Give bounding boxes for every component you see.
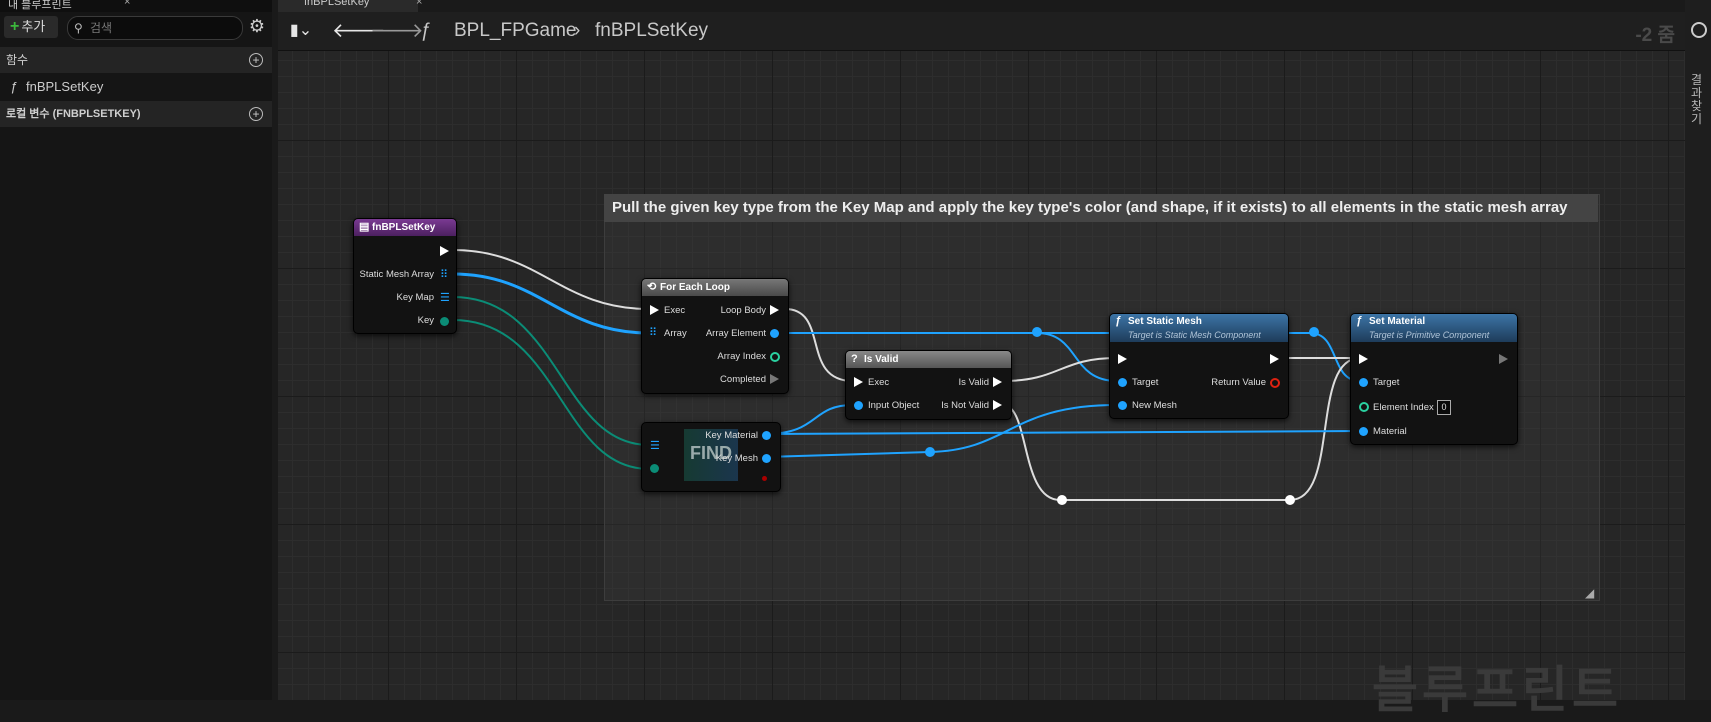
exec-in-pin[interactable] bbox=[650, 305, 659, 315]
reroute-node[interactable] bbox=[925, 447, 935, 457]
pin-exec: Exec bbox=[868, 377, 890, 388]
pin-key-mesh: Key Mesh bbox=[715, 453, 758, 464]
pin-new-mesh: New Mesh bbox=[1132, 400, 1177, 411]
int-pin[interactable] bbox=[1359, 402, 1369, 412]
exec-wire bbox=[452, 249, 650, 310]
object-pin[interactable] bbox=[1359, 427, 1368, 436]
for-each-loop-node[interactable]: ⟲ For Each Loop Exec ⠿ Array Loop Body Ar… bbox=[641, 278, 789, 394]
function-icon: ƒ bbox=[1356, 315, 1363, 327]
exec-out-pin[interactable] bbox=[440, 246, 449, 256]
object-pin[interactable] bbox=[1118, 378, 1127, 387]
is-valid-title: Is Valid bbox=[864, 354, 899, 365]
pin-is-valid: Is Valid bbox=[958, 377, 989, 388]
exec-out-pin[interactable] bbox=[1270, 354, 1279, 364]
pin-key: Key bbox=[417, 315, 434, 326]
bool-pin[interactable] bbox=[1270, 378, 1280, 388]
object-pin[interactable] bbox=[854, 401, 863, 410]
array-pin-icon[interactable]: ⠿ bbox=[649, 328, 659, 339]
blueprint-watermark: 블루프린트 bbox=[1372, 662, 1622, 718]
question-icon: ? bbox=[851, 353, 858, 365]
pin-is-not-valid: Is Not Valid bbox=[941, 400, 989, 411]
pin-key-material: Key Material bbox=[705, 430, 758, 441]
exec-out-pin[interactable] bbox=[993, 400, 1002, 410]
pin-input-object: Input Object bbox=[868, 400, 920, 411]
exec-in-pin[interactable] bbox=[854, 377, 863, 387]
exec-out-pin[interactable] bbox=[1499, 354, 1508, 364]
keymaterial-wire bbox=[764, 430, 1361, 435]
key-wire bbox=[452, 319, 650, 470]
object-pin[interactable] bbox=[1118, 401, 1127, 410]
set-material-subtitle: Target is Primitive Component bbox=[1369, 330, 1490, 340]
object-pin[interactable] bbox=[1359, 378, 1368, 387]
element-index-field[interactable]: 0 bbox=[1437, 400, 1451, 415]
set-static-mesh-title: Set Static Mesh bbox=[1128, 316, 1202, 327]
exec-in-pin[interactable] bbox=[1118, 354, 1127, 364]
pin-array-index: Array Index bbox=[717, 351, 766, 362]
pin-element-index: Element Index bbox=[1373, 402, 1434, 413]
exec-out-pin[interactable] bbox=[993, 377, 1002, 387]
pin-completed: Completed bbox=[720, 374, 766, 385]
struct-pin[interactable] bbox=[650, 464, 659, 473]
reroute-node[interactable] bbox=[1057, 495, 1067, 505]
exec-out-pin[interactable] bbox=[770, 374, 779, 384]
struct-pin[interactable] bbox=[440, 317, 449, 326]
set-static-mesh-subtitle: Target is Static Mesh Component bbox=[1128, 330, 1261, 340]
pin-material: Material bbox=[1373, 426, 1407, 437]
pin-exec: Exec bbox=[664, 305, 686, 316]
entry-node[interactable]: ▤ fnBPLSetKey Static Mesh Array ⠿ Key Map… bbox=[353, 218, 457, 334]
pin-static-mesh-array: Static Mesh Array bbox=[359, 269, 434, 280]
loopbody-wire bbox=[784, 308, 854, 382]
set-material-header: ƒ Set Material Target is Primitive Compon… bbox=[1351, 314, 1517, 342]
set-static-mesh-header: ƒ Set Static Mesh Target is Static Mesh C… bbox=[1110, 314, 1288, 342]
for-each-loop-title: For Each Loop bbox=[660, 282, 730, 293]
exec-in-pin[interactable] bbox=[1359, 354, 1368, 364]
pin-array: Array bbox=[664, 328, 687, 339]
array-pin-icon[interactable]: ⠿ bbox=[440, 270, 450, 281]
set-material-title: Set Material bbox=[1369, 316, 1426, 327]
pin-key-map: Key Map bbox=[396, 292, 435, 303]
set-static-mesh-node[interactable]: ƒ Set Static Mesh Target is Static Mesh C… bbox=[1109, 313, 1289, 419]
bool-pin[interactable] bbox=[762, 476, 767, 481]
reroute-node[interactable] bbox=[1032, 327, 1042, 337]
pin-target: Target bbox=[1132, 377, 1159, 388]
int-pin[interactable] bbox=[770, 352, 780, 362]
object-pin[interactable] bbox=[770, 329, 779, 338]
object-pin[interactable] bbox=[762, 431, 771, 440]
is-valid-node[interactable]: ? Is Valid Exec Input Object Is Valid Is … bbox=[845, 350, 1012, 420]
keymap-wire bbox=[452, 296, 650, 446]
loop-icon: ⟲ bbox=[647, 281, 657, 293]
pin-loop-body: Loop Body bbox=[720, 305, 766, 316]
exec-out-pin[interactable] bbox=[770, 305, 779, 315]
find-node[interactable]: FIND ☰ Key Material Key Mesh bbox=[641, 422, 781, 492]
function-icon: ƒ bbox=[1115, 315, 1122, 327]
map-pin-icon[interactable]: ☰ bbox=[650, 441, 660, 452]
object-pin[interactable] bbox=[762, 454, 771, 463]
reroute-node[interactable] bbox=[1285, 495, 1295, 505]
pin-target: Target bbox=[1373, 377, 1400, 388]
pin-array-element: Array Element bbox=[705, 328, 766, 339]
for-each-loop-header: ⟲ For Each Loop bbox=[642, 279, 788, 296]
map-pin-icon[interactable]: ☰ bbox=[440, 293, 450, 304]
function-entry-icon: ▤ bbox=[359, 221, 370, 233]
is-valid-header: ? Is Valid bbox=[846, 351, 1011, 368]
set-material-node[interactable]: ƒ Set Material Target is Primitive Compon… bbox=[1350, 313, 1518, 445]
reroute-node[interactable] bbox=[1309, 327, 1319, 337]
pin-return-value: Return Value bbox=[1211, 377, 1266, 388]
entry-node-title: fnBPLSetKey bbox=[372, 222, 436, 233]
entry-node-header: ▤ fnBPLSetKey bbox=[354, 219, 456, 236]
